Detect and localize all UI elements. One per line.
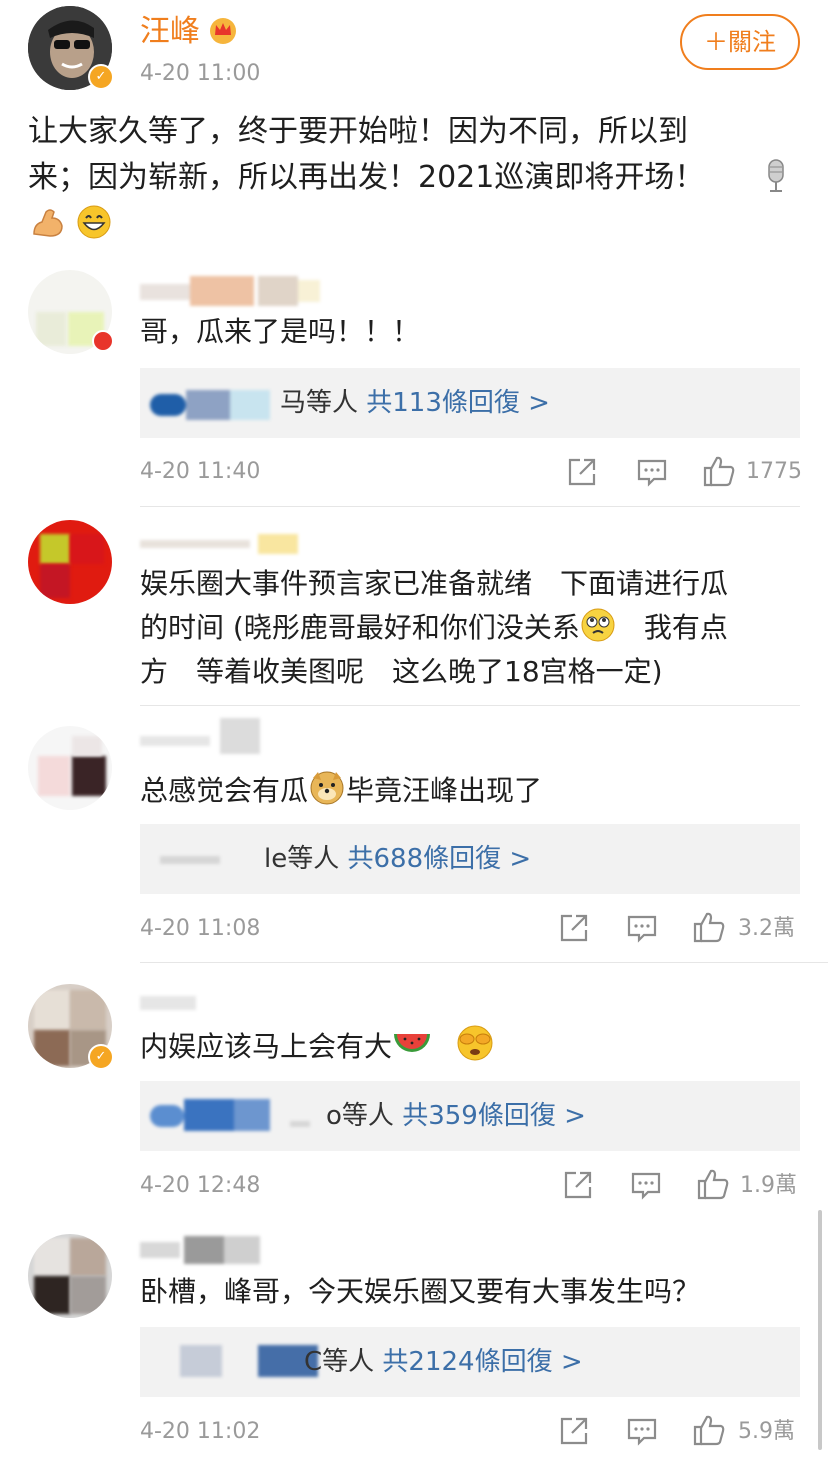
reply-preview-box[interactable]: o等人 共359條回復 > [140, 1081, 800, 1151]
comment-text-line-2b: 我有点 [615, 611, 728, 644]
comment-text: 卧槽，峰哥，今天娱乐圈又要有大事发生吗？ [140, 1275, 701, 1308]
comment-time: 4-20 11:08 [140, 916, 261, 941]
commenter-name-redacted [140, 716, 260, 756]
commenter-avatar[interactable] [28, 1234, 112, 1318]
like-count: 1775 [746, 459, 802, 484]
crown-icon [208, 16, 238, 48]
reply-preview-box[interactable]: le等人 共688條回復 > [140, 824, 800, 894]
reply-count-link[interactable]: 共113條回復 > [366, 388, 550, 418]
thumbs-up-icon[interactable] [692, 1413, 726, 1451]
reply-preview-box[interactable]: 马等人 共113條回復 > [140, 368, 800, 438]
comment-text-line-1: 娱乐圈大事件预言家已准备就绪 下面请进行瓜 [140, 567, 729, 600]
reply-preview-box[interactable]: C等人 共2124條回復 > [140, 1327, 800, 1397]
commenter-avatar[interactable] [28, 520, 112, 604]
comment-icon[interactable] [630, 1169, 662, 1205]
tired-face-icon [580, 607, 616, 656]
reply-users-suffix: le等人 [264, 844, 348, 874]
divider [140, 962, 828, 963]
like-count: 3.2萬 [738, 916, 795, 941]
divider [140, 705, 800, 706]
commenter-avatar[interactable] [28, 726, 112, 810]
doge-icon [308, 768, 346, 819]
share-icon[interactable] [558, 912, 590, 948]
flexed-bicep-icon [30, 204, 66, 244]
commenter-name-redacted [140, 276, 320, 306]
face-covering-eyes-icon [456, 1024, 494, 1075]
verified-badge-icon: ✓ [88, 64, 114, 90]
reply-users-redacted [150, 1099, 330, 1131]
comment-icon[interactable] [626, 1415, 658, 1451]
commenter-name-redacted [140, 532, 300, 554]
thumbs-up-icon[interactable] [702, 454, 736, 492]
verified-badge-icon [92, 330, 114, 352]
post-time: 4-20 11:00 [140, 61, 261, 86]
thumbs-up-icon[interactable] [696, 1167, 730, 1205]
reply-count-link[interactable]: 共2124條回復 > [382, 1347, 582, 1377]
comment-icon[interactable] [626, 912, 658, 948]
comment-time: 4-20 11:40 [140, 459, 261, 484]
grinning-face-icon [76, 204, 112, 244]
post-text-line-1: 让大家久等了，终于要开始啦！因为不同，所以到 [28, 114, 688, 149]
reply-count-link[interactable]: 共688條回復 > [348, 844, 532, 874]
like-count: 5.9萬 [738, 1419, 795, 1444]
comment-text: 哥，瓜来了是吗！！！ [140, 315, 421, 348]
reply-users-redacted [160, 846, 260, 874]
share-icon[interactable] [558, 1415, 590, 1451]
follow-button[interactable]: ＋關注 [680, 14, 800, 70]
comment-time: 4-20 11:02 [140, 1419, 261, 1444]
watermelon-icon [392, 1028, 432, 1075]
reply-users-redacted [150, 390, 278, 420]
comment-text: 内娱应该马上会有大 [140, 1030, 393, 1063]
reply-users-suffix: 马等人 [280, 388, 367, 418]
comment-text-part-b: 毕竟汪峰出现了 [346, 774, 543, 807]
post-text-line-2: 来；因为崭新，所以再出发！2021巡演即将开场！ [28, 160, 705, 195]
like-count: 1.9萬 [740, 1173, 797, 1198]
thumbs-up-icon[interactable] [692, 910, 726, 948]
verified-badge-icon: ✓ [88, 1044, 114, 1070]
microphone-icon [760, 158, 792, 198]
scrollbar[interactable] [818, 1210, 822, 1450]
share-icon[interactable] [566, 456, 598, 492]
commenter-name-redacted [140, 990, 204, 1016]
comment-text-part-a: 总感觉会有瓜 [140, 774, 309, 807]
comment-time: 4-20 12:48 [140, 1173, 261, 1198]
reply-users-suffix: o等人 [326, 1101, 403, 1131]
comment-text-line-2a: 的时间 (晓彤鹿哥最好和你们没关系 [140, 611, 580, 644]
comment-text-line-3: 方 等着收美图呢 这么晚了18宫格一定) [140, 655, 663, 688]
author-name[interactable]: 汪峰 [140, 12, 200, 52]
divider [140, 506, 800, 507]
comment-icon[interactable] [636, 456, 668, 492]
reply-users-suffix: C等人 [304, 1347, 383, 1377]
reply-users-redacted [164, 1345, 324, 1377]
commenter-name-redacted [140, 1236, 280, 1264]
share-icon[interactable] [562, 1169, 594, 1205]
reply-count-link[interactable]: 共359條回復 > [402, 1101, 586, 1131]
